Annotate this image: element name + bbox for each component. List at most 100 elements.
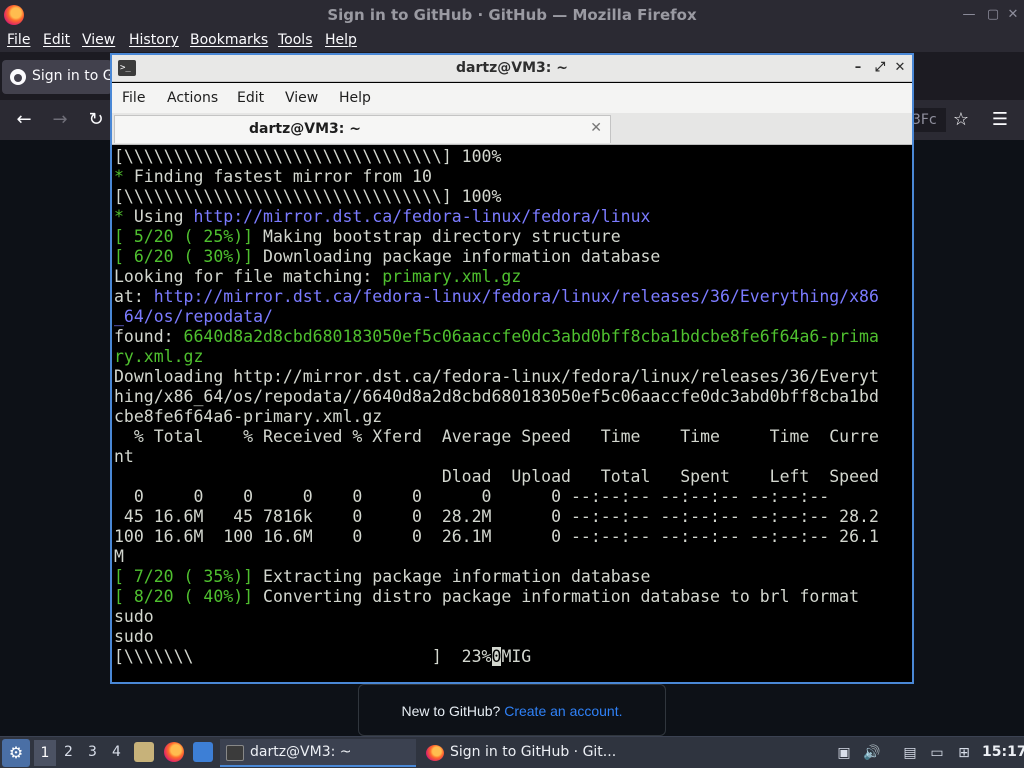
workspace-4[interactable]: 4: [112, 744, 121, 760]
terminal-line: hing/x86_64/os/repodata//6640d8a2d8cbd68…: [114, 387, 879, 407]
workspace-2[interactable]: 2: [64, 744, 73, 760]
url-bar-fragment[interactable]: 3Fc: [912, 108, 946, 132]
clock: 15:17: [982, 744, 1024, 760]
task-firefox[interactable]: Sign in to GitHub · Git...: [420, 739, 616, 767]
terminal-line: [\\\\\\\\\\\\\\\\\\\\\\\\\\\\\\\\] 100%: [114, 147, 501, 167]
firefox-launcher-icon[interactable]: [164, 742, 184, 762]
terminal-text: http://mirror.dst.ca/fedora-linux/fedora…: [153, 287, 879, 306]
back-icon[interactable]: ←: [12, 108, 36, 132]
terminal-menubar: File Actions Edit View Help: [112, 83, 912, 113]
create-account-link[interactable]: Create an account.: [504, 703, 622, 719]
terminal-text: Making bootstrap directory structure: [263, 227, 621, 246]
terminal-text: % Total % Received % Xferd Average Speed…: [114, 427, 879, 446]
terminal-line: [ 5/20 ( 25%)] Making bootstrap director…: [114, 227, 621, 247]
terminal-text: [ 8/20 ( 40%)]: [114, 587, 264, 606]
terminal-text: at:: [114, 287, 154, 306]
start-menu-icon[interactable]: ⚙: [2, 739, 30, 767]
tab-close-icon[interactable]: ✕: [590, 120, 602, 136]
terminal-line: 45 16.6M 45 7816k 0 0 28.2M 0 --:--:-- -…: [114, 507, 879, 527]
terminal-cursor: 0: [491, 647, 502, 666]
maximize-icon[interactable]: ▢: [984, 6, 1002, 24]
github-signup-prompt: New to GitHub?: [401, 703, 501, 719]
menu-file[interactable]: File: [122, 90, 145, 106]
workspace-1[interactable]: 1: [34, 740, 56, 766]
terminal-line: sudo: [114, 627, 154, 647]
terminal-text: MIG: [501, 647, 532, 666]
network-icon[interactable]: ⊞: [954, 743, 974, 763]
terminal-line: * Finding fastest mirror from 10: [114, 167, 432, 187]
terminal-text: Converting distro package information da…: [263, 587, 860, 606]
menu-edit[interactable]: Edit: [43, 32, 70, 48]
terminal-text: ry.xml.gz: [114, 347, 204, 366]
terminal-text: sudo: [114, 607, 154, 626]
terminal-window: >_ dartz@VM3: ~ – ⤢ ✕ File Actions Edit …: [110, 53, 914, 684]
terminal-line: [ 8/20 ( 40%)] Converting distro package…: [114, 587, 859, 607]
terminal-line: 0 0 0 0 0 0 0 0 --:--:-- --:--:-- --:--:…: [114, 487, 829, 507]
file-manager-icon[interactable]: [134, 742, 154, 762]
menu-edit[interactable]: Edit: [237, 90, 264, 106]
volume-icon[interactable]: 🔊: [862, 743, 882, 763]
menu-bookmarks[interactable]: Bookmarks: [190, 32, 268, 48]
hamburger-menu-icon[interactable]: ☰: [988, 108, 1012, 132]
menu-view[interactable]: View: [285, 90, 318, 106]
terminal-text: [ 5/20 ( 25%)]: [114, 227, 264, 246]
clipboard-icon[interactable]: ▣: [834, 743, 854, 763]
terminal-text: found:: [114, 327, 184, 346]
tab-github-signin[interactable]: Sign in to GitHub: [2, 60, 112, 94]
terminal-text: http://mirror.dst.ca/fedora-linux/fedora…: [193, 207, 651, 226]
task-terminal[interactable]: dartz@VM3: ~: [220, 739, 416, 767]
menu-view[interactable]: View: [82, 32, 115, 48]
show-desktop-icon[interactable]: [193, 742, 213, 762]
terminal-line: _64/os/repodata/: [114, 307, 273, 327]
minimize-icon[interactable]: –: [850, 59, 866, 77]
forward-icon[interactable]: →: [48, 108, 72, 132]
terminal-tab-label: dartz@VM3: ~: [249, 121, 361, 137]
terminal-output[interactable]: [\\\\\\\\\\\\\\\\\\\\\\\\\\\\\\\\] 100% *…: [114, 147, 910, 682]
terminal-text: [ 7/20 ( 35%)]: [114, 567, 264, 586]
terminal-text: [\\\\\\\\\\\\\\\\\\\\\\\\\\\\\\\\] 100%: [114, 147, 502, 166]
terminal-text: sudo: [114, 627, 154, 646]
display-icon[interactable]: ▭: [927, 743, 947, 763]
workspace-3[interactable]: 3: [88, 744, 97, 760]
terminal-title: dartz@VM3: ~: [456, 60, 568, 76]
close-icon[interactable]: ✕: [892, 59, 908, 77]
notes-icon[interactable]: ▤: [900, 743, 920, 763]
terminal-titlebar[interactable]: >_ dartz@VM3: ~ – ⤢ ✕: [112, 55, 912, 82]
tab-label: Sign in to GitHub: [32, 68, 112, 84]
close-icon[interactable]: ✕: [1004, 6, 1022, 24]
menu-tools[interactable]: Tools: [278, 32, 313, 48]
terminal-text: [ 6/20 ( 30%)]: [114, 247, 264, 266]
menu-file[interactable]: File: [7, 32, 30, 48]
terminal-line: sudo: [114, 607, 154, 627]
terminal-text: Dload Upload Total Spent Left Speed: [114, 467, 879, 486]
terminal-tab[interactable]: dartz@VM3: ~ ✕: [114, 115, 611, 143]
bookmark-star-icon[interactable]: ☆: [949, 108, 973, 132]
reload-icon[interactable]: ↻: [84, 108, 108, 132]
terminal-text: 100 16.6M 100 16.6M 0 0 26.1M 0 --:--:--…: [114, 527, 879, 546]
terminal-line: nt: [114, 447, 134, 467]
terminal-tabbar: dartz@VM3: ~ ✕: [112, 113, 912, 145]
maximize-icon[interactable]: ⤢: [872, 59, 888, 77]
terminal-text: nt: [114, 447, 134, 466]
terminal-text: Finding fastest mirror from 10: [133, 167, 432, 186]
menu-help[interactable]: Help: [339, 90, 371, 106]
terminal-icon: [226, 745, 244, 761]
terminal-text: Looking for file matching:: [114, 267, 383, 286]
menu-history[interactable]: History: [129, 32, 179, 48]
terminal-text: _64/os/repodata/: [114, 307, 273, 326]
terminal-line: % Total % Received % Xferd Average Speed…: [114, 427, 879, 447]
terminal-line: [\\\\\\\ ] 23%0MIG: [114, 647, 531, 667]
terminal-line: ry.xml.gz: [114, 347, 203, 367]
terminal-text: Extracting package information database: [263, 567, 651, 586]
terminal-text: [\\\\\\\\\\\\\\\\\\\\\\\\\\\\\\\\] 100%: [114, 187, 502, 206]
minimize-icon[interactable]: —: [960, 6, 978, 24]
terminal-line: [ 7/20 ( 35%)] Extracting package inform…: [114, 567, 650, 587]
terminal-text: Downloading http://mirror.dst.ca/fedora-…: [114, 367, 879, 386]
menu-actions[interactable]: Actions: [167, 90, 218, 106]
terminal-text: [\\\\\\\ ] 23%: [114, 647, 492, 666]
task-label: dartz@VM3: ~: [250, 744, 352, 760]
terminal-line: [ 6/20 ( 30%)] Downloading package infor…: [114, 247, 660, 267]
firefox-menubar: File Edit View History Bookmarks Tools H…: [0, 30, 1024, 52]
menu-help[interactable]: Help: [325, 32, 357, 48]
window-title: Sign in to GitHub · GitHub — Mozilla Fir…: [327, 6, 697, 24]
